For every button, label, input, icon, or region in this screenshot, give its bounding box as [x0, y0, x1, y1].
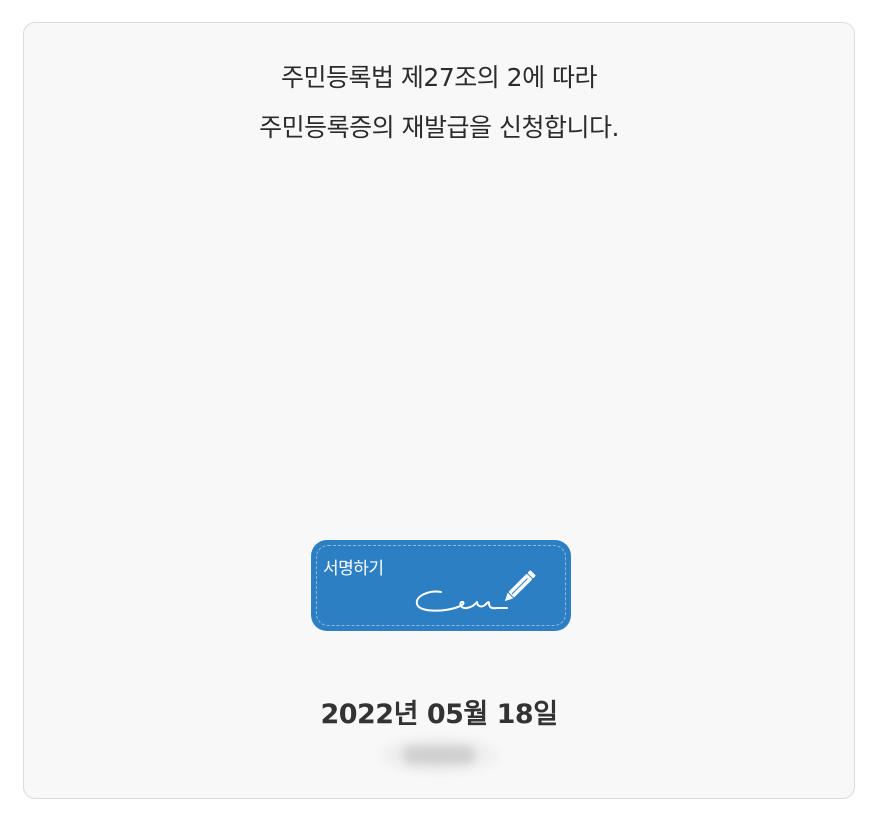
- statement-line-1: 주민등록법 제27조의 2에 따라: [280, 63, 598, 92]
- statement-line-2: 주민등록증의 재발급을 신청합니다.: [259, 113, 619, 142]
- signature-pen-icon: [415, 570, 536, 612]
- redacted-name: [379, 735, 499, 775]
- redacted-name-text: [403, 746, 475, 764]
- sign-button[interactable]: 서명하기: [311, 540, 571, 631]
- application-date: 2022년 05월 18일: [320, 699, 558, 730]
- sign-button-label: 서명하기: [323, 559, 384, 579]
- application-statement: 주민등록법 제27조의 2에 따라 주민등록증의 재발급을 신청합니다.: [24, 53, 854, 153]
- application-card: 주민등록법 제27조의 2에 따라 주민등록증의 재발급을 신청합니다. 서명하…: [23, 22, 855, 799]
